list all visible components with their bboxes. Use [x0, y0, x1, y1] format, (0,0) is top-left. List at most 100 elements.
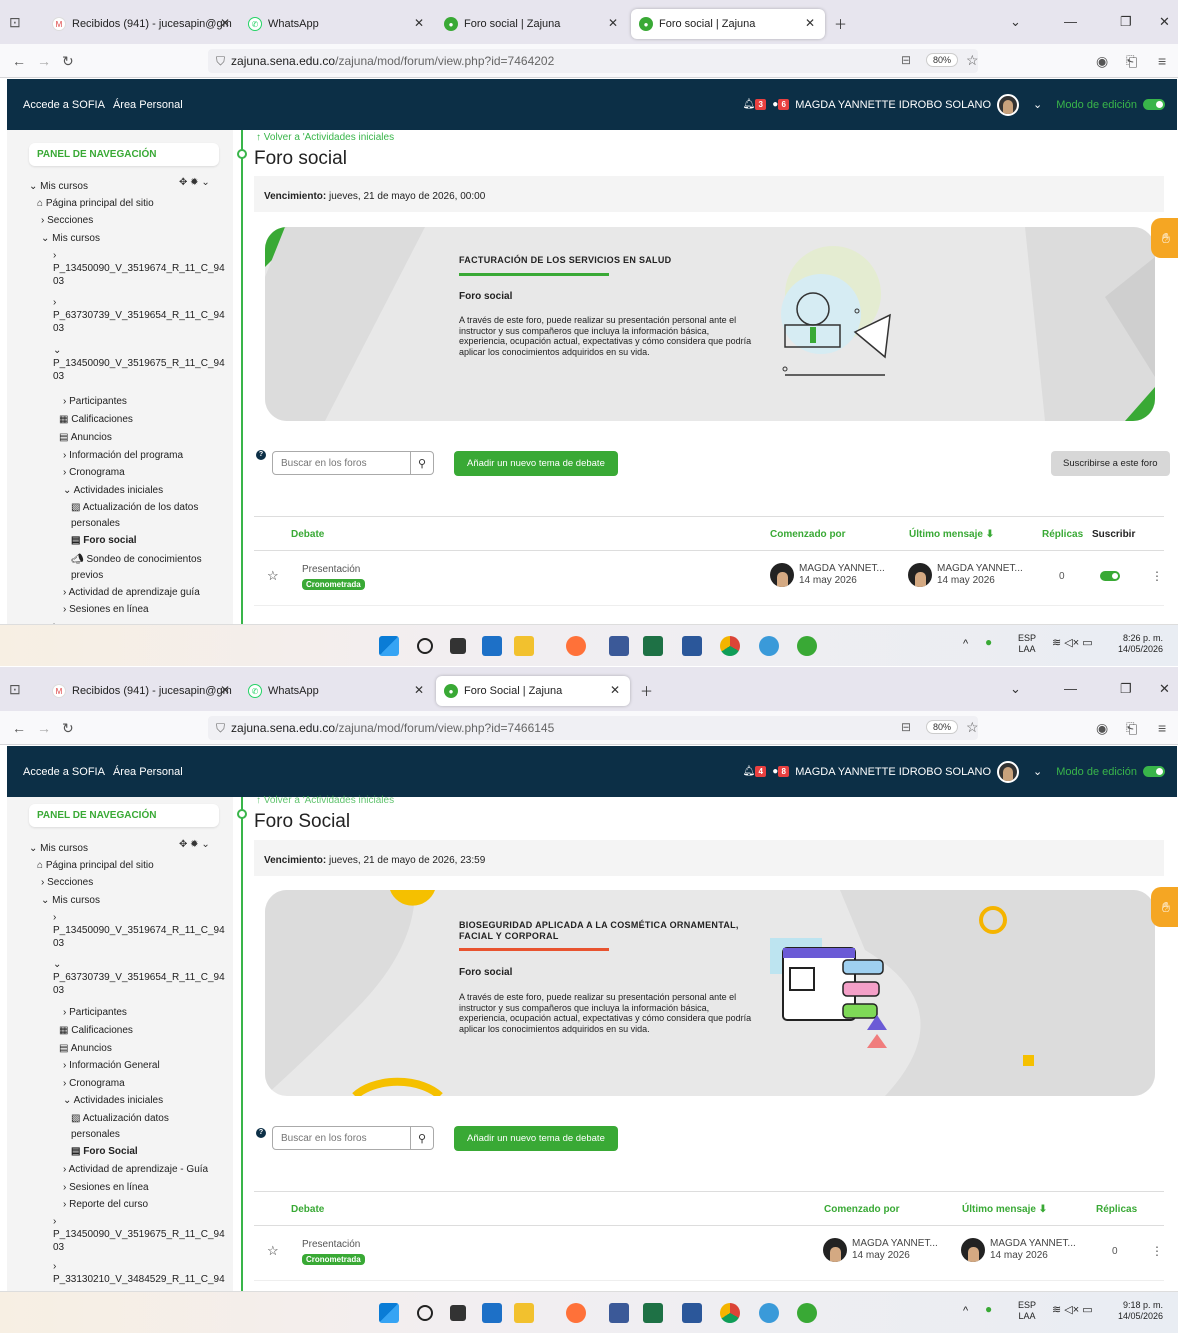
nav-info-general[interactable]: › Información General	[63, 1059, 160, 1072]
task-view-icon[interactable]	[450, 1305, 466, 1321]
tab-zajuna-1[interactable]: ● Foro social | Zajuna ✕	[436, 9, 628, 39]
word-icon[interactable]	[682, 636, 702, 656]
col-started-by[interactable]: Comenzado por	[824, 1204, 900, 1215]
table-row[interactable]: ☆ Presentación Cronometrada MAGDA YANNET…	[254, 551, 1164, 606]
last-post[interactable]: MAGDA YANNET... 14 may 2026	[961, 1238, 1076, 1262]
nav-course-3[interactable]: P_13450090_V_3519675_R_11_C_94	[53, 1228, 225, 1241]
nav-mis-cursos[interactable]: ⌄ Mis cursos	[41, 894, 100, 907]
menu-icon[interactable]: ≡	[1158, 53, 1166, 69]
nav-info-programa[interactable]: › Información del programa	[63, 449, 183, 462]
nav-home[interactable]: ⌂ Página principal del sitio	[37, 859, 154, 872]
nav-actividad-guia[interactable]: › Actividad de aprendizaje guía	[63, 586, 200, 599]
nav-actualizacion[interactable]: ▧ Actualización datos	[71, 1112, 169, 1125]
nav-course-2-suffix[interactable]: 03	[53, 984, 64, 997]
nav-home[interactable]: ⌂ Página principal del sitio	[37, 197, 154, 210]
col-replies[interactable]: Réplicas	[1096, 1204, 1137, 1215]
excel-icon[interactable]	[643, 636, 663, 656]
nav-course-4[interactable]: P_33130210_V_3484529_R_11_C_94	[53, 1273, 225, 1286]
subscribe-toggle[interactable]	[1100, 571, 1120, 581]
tab-list-icon[interactable]: ⊡	[9, 14, 21, 31]
minimize-icon[interactable]: —	[1064, 681, 1077, 696]
close-tab-icon[interactable]: ✕	[805, 16, 815, 30]
star-icon[interactable]: ☆	[267, 568, 279, 584]
panel-settings-icon[interactable]: ✥ ✹ ⌄	[179, 839, 210, 850]
nav-course-3[interactable]: P_13450090_V_3519675_R_11_C_94	[53, 357, 225, 370]
app-icon[interactable]	[759, 1303, 779, 1323]
app-icon[interactable]	[609, 1303, 629, 1323]
search-icon[interactable]	[417, 1305, 433, 1321]
nav-course-3-suffix[interactable]: 03	[53, 370, 64, 383]
bookmark-star-icon[interactable]: ☆	[966, 52, 979, 69]
nav-mis-cursos-root[interactable]: ⌄ Mis cursos	[29, 842, 88, 855]
tab-overflow-icon[interactable]: ⌄	[1010, 681, 1021, 697]
panel-settings-icon[interactable]: ✥ ✹ ⌄	[179, 177, 210, 188]
close-tab-icon[interactable]: ✕	[220, 683, 230, 697]
col-started-by[interactable]: Comenzado por	[770, 529, 846, 540]
chevron-down-icon[interactable]: ⌄	[1033, 98, 1042, 111]
add-topic-button[interactable]: Añadir un nuevo tema de debate	[454, 1126, 618, 1151]
edit-mode-toggle[interactable]	[1143, 766, 1165, 777]
close-window-icon[interactable]: ✕	[1159, 14, 1170, 30]
chevron-up-icon[interactable]: ^	[963, 1306, 968, 1317]
file-explorer-icon[interactable]	[514, 636, 534, 656]
save-page-icon[interactable]: ⊟	[901, 53, 911, 67]
close-tab-icon[interactable]: ✕	[608, 16, 618, 30]
close-tab-icon[interactable]: ✕	[220, 16, 230, 30]
nav-reporte[interactable]: › Reporte del curso	[63, 1198, 148, 1211]
reload-icon[interactable]: ↻	[62, 720, 74, 737]
tab-whatsapp[interactable]: ✆ WhatsApp ✕	[240, 9, 434, 39]
widgets-icon[interactable]	[482, 1303, 502, 1323]
nav-course-1[interactable]: P_13450090_V_3519674_R_11_C_94	[53, 924, 225, 937]
tray-app-icon[interactable]: ●	[985, 1303, 992, 1315]
nav-course-1-suffix[interactable]: 03	[53, 937, 64, 950]
wifi-volume-battery-icon[interactable]: ≋ ◁× ▭	[1052, 1305, 1093, 1316]
chrome-icon[interactable]	[720, 636, 740, 656]
help-icon[interactable]: ?	[256, 450, 266, 460]
account-icon[interactable]: ◉	[1096, 720, 1108, 737]
zoom-badge[interactable]: 80%	[926, 53, 959, 67]
chevron-down-icon[interactable]: ⌄	[1033, 765, 1042, 778]
nav-mis-cursos[interactable]: ⌄ Mis cursos	[41, 232, 100, 245]
close-tab-icon[interactable]: ✕	[414, 683, 424, 697]
star-icon[interactable]: ☆	[267, 1243, 279, 1259]
more-options-icon[interactable]: ⋮	[1151, 1244, 1163, 1258]
app-icon[interactable]	[759, 636, 779, 656]
extensions-icon[interactable]: ⎗	[1126, 53, 1137, 70]
tab-list-icon[interactable]: ⊡	[9, 681, 21, 698]
nav-anuncios[interactable]: ▤ Anuncios	[59, 431, 112, 444]
zajuna-app-icon[interactable]	[797, 636, 817, 656]
account-icon[interactable]: ◉	[1096, 53, 1108, 70]
edit-mode-toggle[interactable]	[1143, 99, 1165, 110]
tray-app-icon[interactable]: ●	[985, 636, 992, 648]
minimize-icon[interactable]: —	[1064, 14, 1077, 29]
nav-course-1[interactable]: P_13450090_V_3519674_R_11_C_94	[53, 262, 225, 275]
nav-actualizacion-cont[interactable]: personales	[71, 1128, 120, 1141]
link-area-personal[interactable]: Área Personal	[113, 766, 183, 778]
topic-link[interactable]: Presentación	[302, 564, 360, 575]
restore-icon[interactable]: ❐	[1120, 681, 1132, 697]
nav-course-2-suffix[interactable]: 03	[53, 322, 64, 335]
close-window-icon[interactable]: ✕	[1159, 681, 1170, 697]
col-last-post[interactable]: Último mensaje ⬇	[909, 529, 994, 540]
link-sofia[interactable]: Accede a SOFIA	[23, 766, 105, 778]
save-page-icon[interactable]: ⊟	[901, 720, 911, 734]
subscribe-forum-button[interactable]: Suscribirse a este foro	[1051, 451, 1170, 476]
user-name[interactable]: MAGDA YANNETTE IDROBO SOLANO	[795, 99, 991, 111]
user-name[interactable]: MAGDA YANNETTE IDROBO SOLANO	[795, 766, 991, 778]
bell-icon[interactable]: 🔔︎	[742, 99, 755, 110]
url-field[interactable]: ⛉ zajuna.sena.edu.co/zajuna/mod/forum/vie…	[208, 49, 979, 73]
bell-icon[interactable]: 🔔︎	[742, 766, 755, 777]
nav-anuncios[interactable]: ▤ Anuncios	[59, 1042, 112, 1055]
nav-sesiones[interactable]: › Sesiones en línea	[63, 1181, 149, 1194]
chrome-icon[interactable]	[720, 1303, 740, 1323]
col-debate[interactable]: Debate	[291, 529, 324, 540]
tab-zajuna[interactable]: ● Foro Social | Zajuna ✕	[436, 676, 630, 706]
nav-foro-social[interactable]: ▤ Foro social	[71, 534, 137, 547]
chevron-up-icon[interactable]: ^	[963, 639, 968, 650]
file-explorer-icon[interactable]	[514, 1303, 534, 1323]
new-tab-icon[interactable]: ＋	[834, 14, 847, 33]
forum-search[interactable]: ⚲	[272, 451, 434, 475]
back-arrow-icon[interactable]: ←	[12, 720, 26, 736]
forum-search[interactable]: ⚲	[272, 1126, 434, 1150]
forward-arrow-icon[interactable]: →	[37, 53, 51, 69]
